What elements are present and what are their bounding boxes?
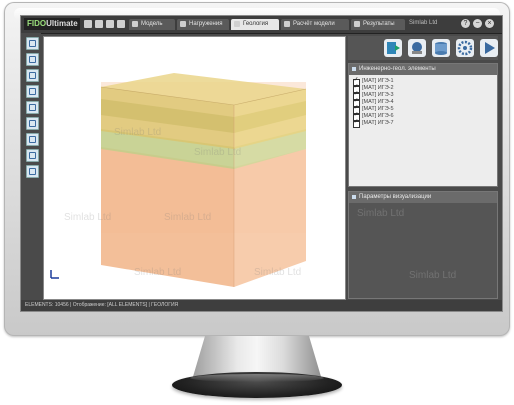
watermark: Simlab Ltd xyxy=(194,147,242,158)
right-toolbar xyxy=(348,36,498,60)
zoom-fit-icon[interactable] xyxy=(26,37,39,50)
layers-list: [MAT] ИГЭ-1 [MAT] ИГЭ-2 [MAT] ИГЭ-3 [MAT… xyxy=(349,75,497,128)
redo-icon[interactable] xyxy=(117,20,125,28)
settings-icon[interactable] xyxy=(456,39,474,57)
layers-panel-title: Инженерно-геол. элементы xyxy=(349,64,497,75)
watermark: Simlab Ltd xyxy=(134,267,182,278)
layer-item[interactable]: [MAT] ИГЭ-1 xyxy=(353,77,497,86)
tab-calculation[interactable]: Расчёт модели xyxy=(281,19,349,30)
layer-item[interactable]: [MAT] ИГЭ-7 xyxy=(353,119,497,128)
layer-item[interactable]: [MAT] ИГЭ-2 xyxy=(353,84,497,93)
watermark: Simlab Ltd xyxy=(164,212,212,223)
soil-tool-icon[interactable] xyxy=(384,39,402,57)
left-toolbar xyxy=(21,33,41,303)
app-top-bar: FIDOUltimate Модель Нагружения Геология … xyxy=(21,16,502,34)
tab-model[interactable]: Модель xyxy=(129,19,175,30)
status-bar: ELEMENTS: 10456 | Отображение: [ALL ELEM… xyxy=(21,300,502,311)
monitor-bezel: FIDOUltimate Модель Нагружения Геология … xyxy=(4,2,510,336)
watermark: Simlab Ltd xyxy=(357,208,405,219)
layer-item[interactable]: [MAT] ИГЭ-6 xyxy=(353,112,497,121)
view-iso-icon[interactable] xyxy=(26,69,39,82)
monitor-base-shine xyxy=(190,374,324,382)
3d-viewport[interactable]: Simlab Ltd Simlab Ltd Simlab Ltd Simlab … xyxy=(43,36,346,300)
layer-item[interactable]: [MAT] ИГЭ-4 xyxy=(353,98,497,107)
brand-label: Simlab Ltd xyxy=(409,20,438,26)
rotate-icon[interactable] xyxy=(26,133,39,146)
tab-loads[interactable]: Нагружения xyxy=(177,19,229,30)
watermark: Simlab Ltd xyxy=(114,127,162,138)
run-icon[interactable] xyxy=(480,39,498,57)
watermark: Simlab Ltd xyxy=(254,267,302,278)
soil-block-3d xyxy=(100,73,307,287)
filter-icon[interactable] xyxy=(26,165,39,178)
save-icon[interactable] xyxy=(95,20,103,28)
close-icon[interactable]: × xyxy=(485,19,494,28)
section-icon[interactable] xyxy=(26,149,39,162)
tab-geology[interactable]: Геология xyxy=(231,19,279,30)
view-top-icon[interactable] xyxy=(26,85,39,98)
checkbox[interactable] xyxy=(353,119,360,128)
watermark: Simlab Ltd xyxy=(64,212,112,223)
app-screen: FIDOUltimate Модель Нагружения Геология … xyxy=(20,15,503,312)
layers-panel: Инженерно-геол. элементы [MAT] ИГЭ-1 [MA… xyxy=(348,63,498,187)
undo-icon[interactable] xyxy=(106,20,114,28)
new-file-icon[interactable] xyxy=(84,20,92,28)
watermark: Simlab Ltd xyxy=(409,270,457,281)
layers-stack-icon[interactable] xyxy=(432,39,450,57)
minimize-icon[interactable]: − xyxy=(473,19,482,28)
app-logo: FIDOUltimate xyxy=(24,18,80,30)
visualization-panel: Параметры визуализации Simlab Ltd Simlab… xyxy=(348,191,498,299)
layer-item[interactable]: [MAT] ИГЭ-3 xyxy=(353,91,497,100)
zoom-icon[interactable] xyxy=(26,53,39,66)
view-front-icon[interactable] xyxy=(26,101,39,114)
tab-results[interactable]: Результаты xyxy=(351,19,405,30)
visualization-panel-title: Параметры визуализации xyxy=(349,192,497,203)
axis-triad-icon xyxy=(50,270,59,279)
help-icon[interactable]: ? xyxy=(461,19,470,28)
layer-item[interactable]: [MAT] ИГЭ-5 xyxy=(353,105,497,114)
borehole-icon[interactable] xyxy=(408,39,426,57)
view-side-icon[interactable] xyxy=(26,117,39,130)
